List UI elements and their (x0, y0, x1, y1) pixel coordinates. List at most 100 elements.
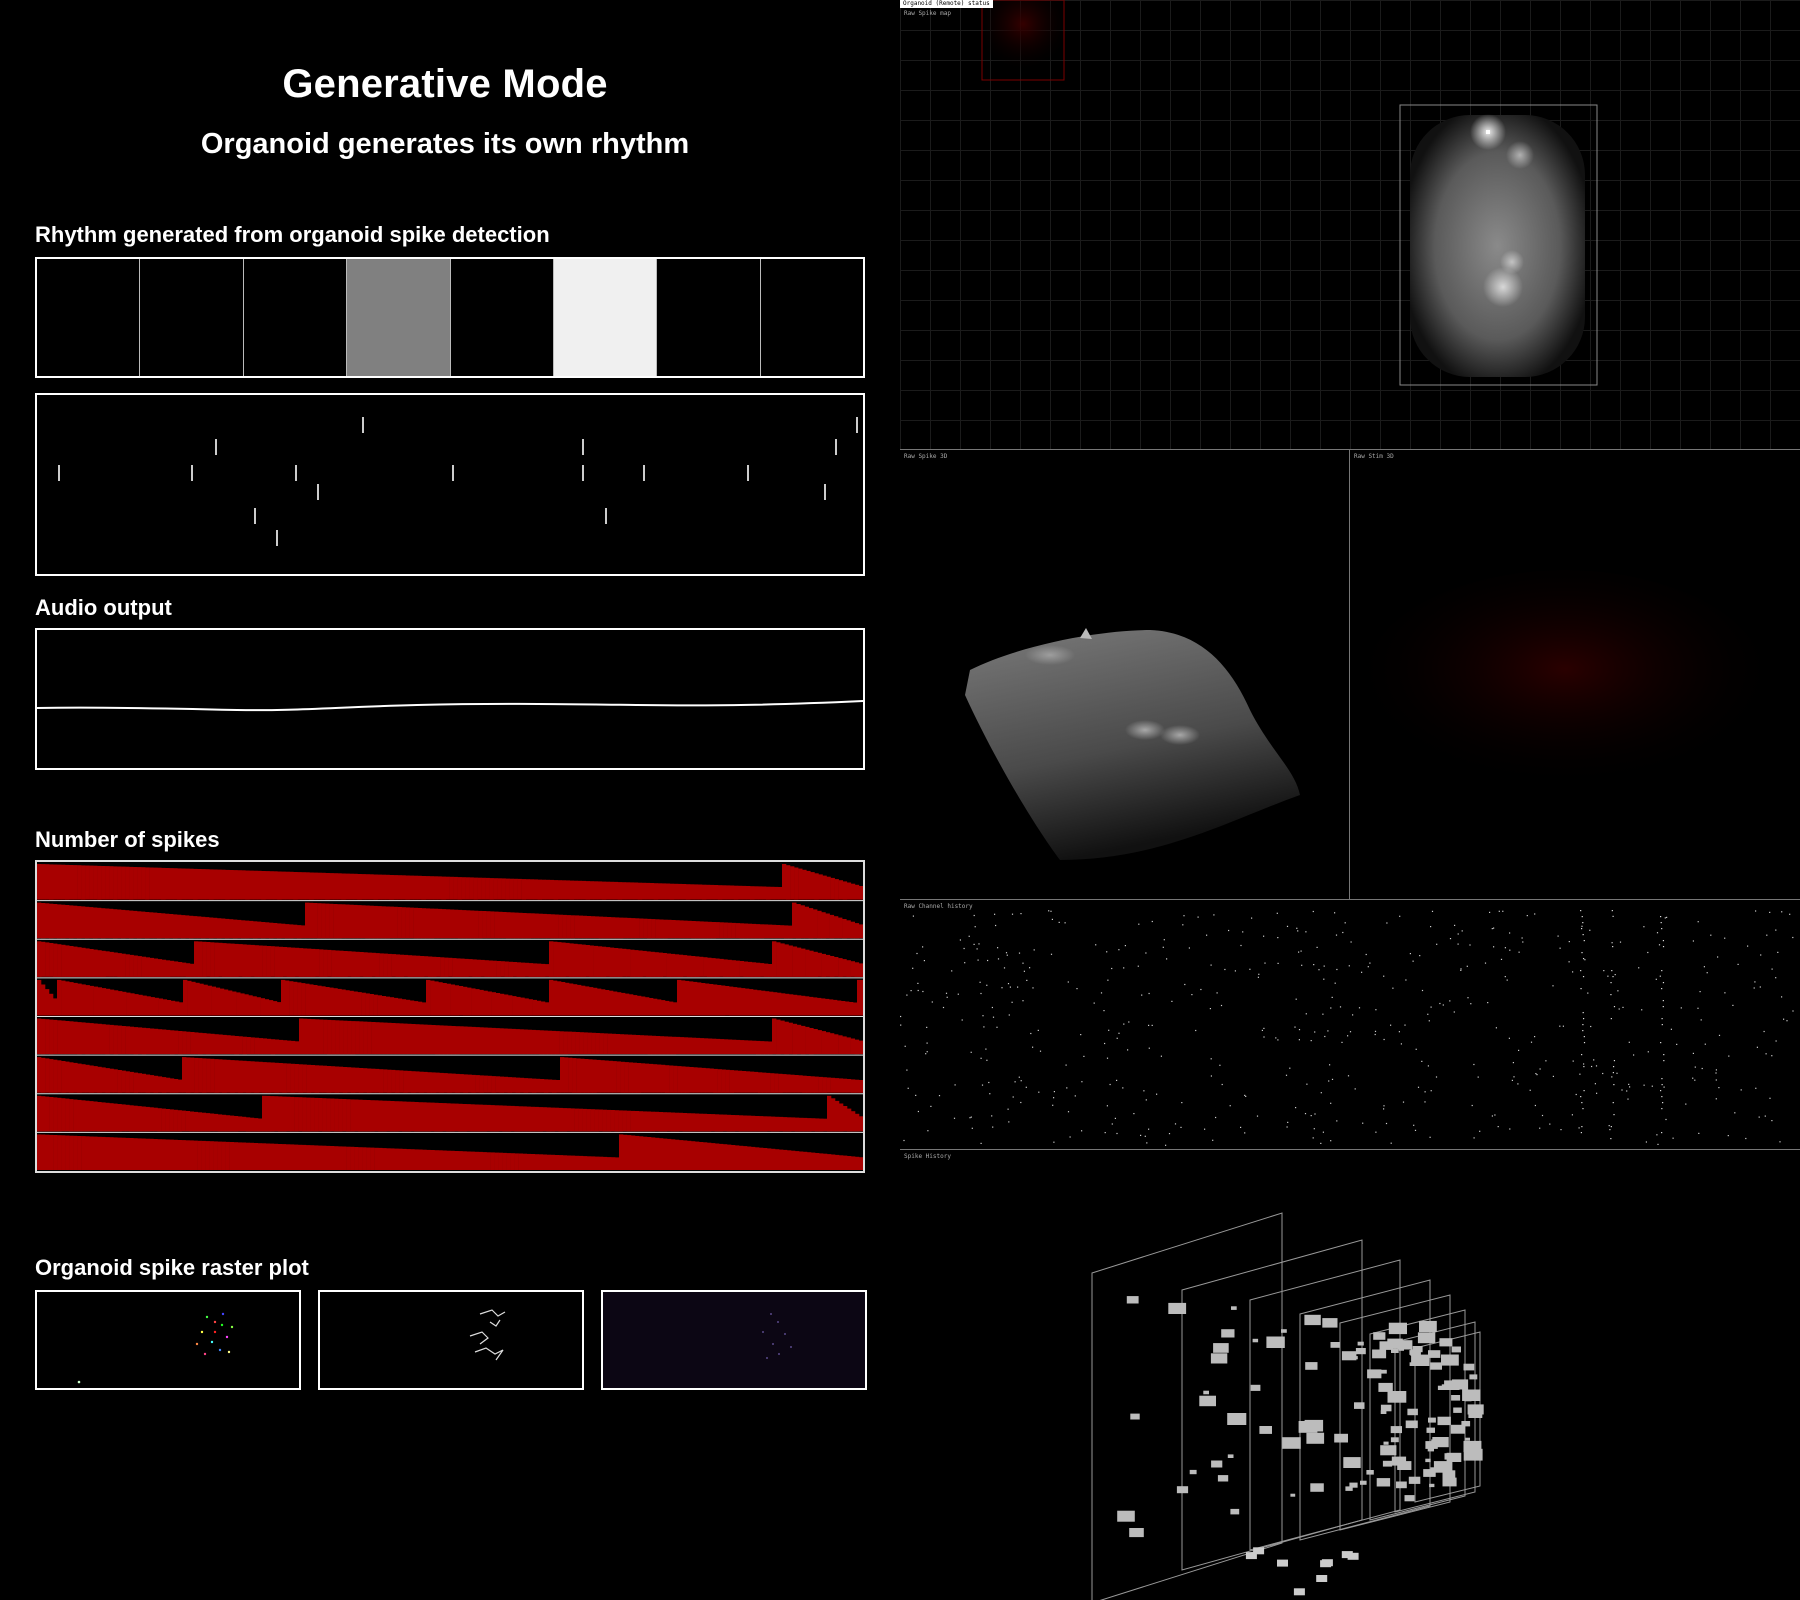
channel-event-dot (1304, 1113, 1307, 1115)
spike-count-bar (715, 958, 720, 977)
spike-count-bar (61, 1098, 66, 1132)
spike-count-bar (855, 1156, 860, 1170)
channel-event-dot (1006, 954, 1008, 956)
spike-count-bar (729, 986, 734, 1016)
spike-count-bar (493, 878, 498, 900)
spike-count-bar (125, 1137, 130, 1170)
rhythm-step[interactable] (243, 259, 348, 376)
rhythm-step[interactable] (760, 259, 863, 376)
spike-count-bar (667, 919, 672, 939)
spike-history-pane[interactable]: Spike History (900, 1150, 1800, 1600)
channel-event-dot (1506, 979, 1508, 981)
channel-event-dot (1692, 1077, 1694, 1079)
spike-count-bar (589, 945, 594, 977)
spike-count-bar (701, 1067, 706, 1093)
spike-count-bar (177, 914, 182, 939)
spike-count-bar (49, 903, 54, 939)
spike-count-bar (154, 997, 159, 1016)
spike-count-bar (310, 1097, 315, 1132)
channel-event-dot (900, 1024, 902, 1026)
spike-count-bar (731, 922, 736, 939)
rhythm-step[interactable] (553, 259, 658, 376)
history-cube (1203, 1390, 1209, 1395)
spike-map-pane[interactable]: Raw Spike map (900, 0, 1800, 450)
spike-count-bar (422, 1002, 427, 1016)
channel-event-dot (1083, 1055, 1085, 1057)
channel-event-dot (930, 1105, 932, 1107)
raster-thumb-3[interactable] (601, 1290, 867, 1390)
spike-count-bar (623, 1134, 628, 1170)
spike-count-bar (305, 1145, 311, 1170)
spike-count-bar (807, 1118, 812, 1132)
history-cube (1334, 1433, 1348, 1443)
spike-count-bar (363, 1021, 368, 1055)
spike-count-bar (847, 1108, 852, 1132)
spike-count-bar (202, 1058, 207, 1093)
spike-count-bar (810, 1076, 815, 1093)
channel-event-dot (1058, 921, 1060, 923)
spike-count-bar (641, 996, 646, 1016)
spike-count-bar (521, 879, 526, 900)
channel-event-dot (971, 1127, 973, 1129)
channel-event-dot (1264, 962, 1266, 964)
raster-thumb-1[interactable] (35, 1290, 301, 1390)
spike-count-bar (169, 1078, 175, 1093)
spike-count-bar (125, 910, 130, 939)
spike-count-bar (117, 1025, 122, 1055)
spike-count-bar (293, 981, 298, 1016)
spike-count-bar (193, 1111, 198, 1132)
spike-count-bar (394, 1148, 399, 1170)
spike-count-bar (831, 1154, 836, 1170)
spike-count-bar (743, 1040, 749, 1055)
history-cube (1357, 1341, 1364, 1346)
spike-3d-pane[interactable]: Raw Spike 3D (900, 450, 1350, 900)
channel-event-dot (907, 1087, 909, 1089)
stim-3d-pane[interactable]: Raw Stim 3D (1350, 450, 1800, 900)
spike-count-bar (393, 906, 398, 939)
rhythm-step[interactable] (450, 259, 554, 376)
spike-count-bar (181, 915, 186, 939)
channel-event-dot (979, 981, 981, 983)
channel-event-dot (1670, 1028, 1672, 1030)
channel-event-dot (1583, 1066, 1585, 1068)
spike-count-bar (446, 983, 451, 1016)
raster-thumb-2[interactable] (318, 1290, 584, 1390)
spike-count-bar (41, 1096, 46, 1132)
spike-count-bar (89, 1101, 94, 1132)
spike-count-bar (173, 961, 179, 977)
spike-count-bar (541, 879, 546, 900)
rhythm-step[interactable] (347, 259, 451, 376)
spike-count-bar (788, 925, 793, 939)
spike-count-bar (53, 943, 58, 977)
channel-event-dot (1583, 1042, 1586, 1044)
channel-event-dot (1123, 1023, 1125, 1025)
spike-count-bar (530, 1154, 535, 1170)
rhythm-step[interactable] (37, 259, 141, 376)
channel-event-dot (1428, 1020, 1430, 1022)
channel-event-dot (1399, 915, 1401, 917)
spike-count-bar (393, 997, 399, 1016)
spike-count-bar (61, 1135, 66, 1170)
channel-event-dot (1240, 944, 1242, 947)
rhythm-step[interactable] (140, 259, 244, 376)
history-cube (1391, 1348, 1399, 1353)
spike-count-bar (685, 980, 690, 1016)
spike-count-bar (519, 1029, 524, 1055)
spike-count-bar (209, 917, 214, 939)
spike-count-bar (221, 1141, 226, 1170)
spike-count-bar (113, 1137, 118, 1170)
spike-count-bar (329, 873, 334, 900)
channel-event-dot (1025, 1086, 1027, 1088)
spike-count-bar (441, 876, 446, 900)
history-cube (1451, 1379, 1469, 1390)
spike-count-bar (850, 1079, 856, 1093)
channel-event-dot (1133, 1113, 1135, 1115)
channel-history-pane[interactable]: Raw Channel history (900, 900, 1800, 1150)
channel-event-dot (1775, 929, 1777, 931)
spike-count-bar (137, 956, 142, 977)
spike-count-bar (540, 963, 546, 977)
spike-count-bar (483, 1075, 488, 1093)
spike-count-bar (295, 1041, 300, 1055)
spike-count-bar (469, 877, 474, 900)
rhythm-step[interactable] (657, 259, 761, 376)
